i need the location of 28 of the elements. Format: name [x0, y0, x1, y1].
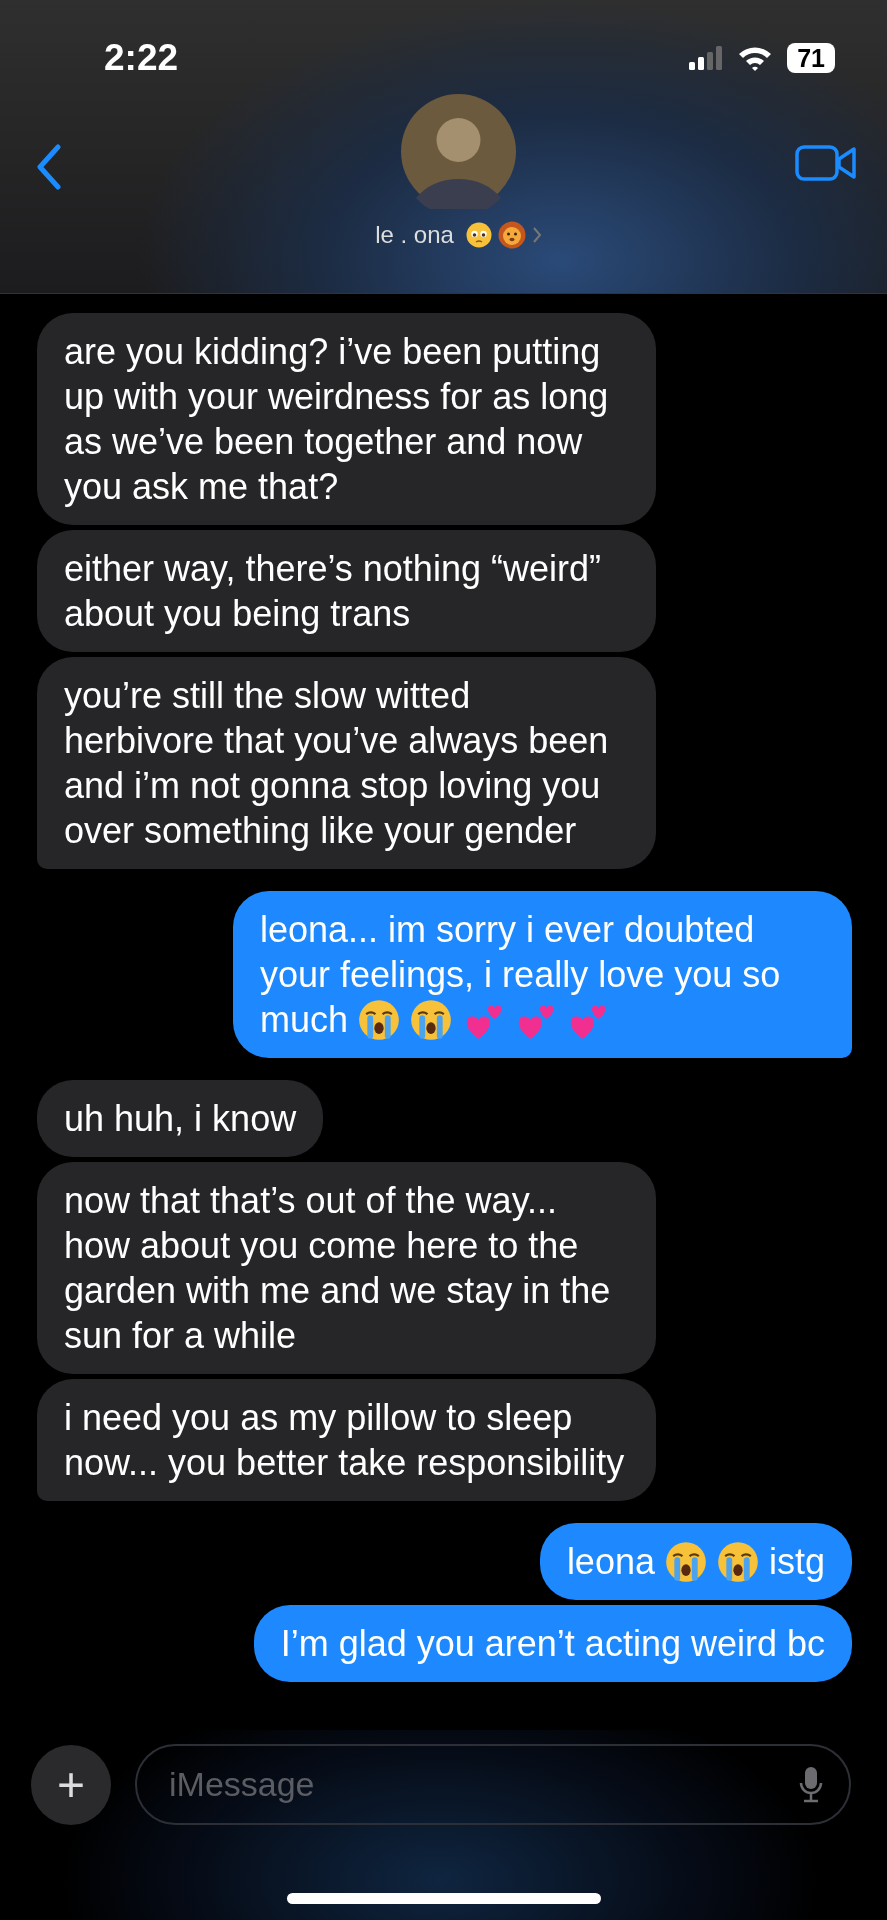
- microphone-icon[interactable]: [799, 1765, 823, 1804]
- message-text: either way, there’s nothing “weird” about you being trans: [64, 547, 602, 636]
- crying-face-icon: [716, 1540, 759, 1583]
- avatar-icon[interactable]: [401, 94, 516, 209]
- wifi-icon: [737, 45, 774, 71]
- message-input-field[interactable]: iMessage: [167, 1764, 799, 1805]
- message-text: much: [260, 998, 349, 1042]
- battery-indicator: 71: [787, 43, 835, 73]
- status-time: 2:22: [104, 37, 179, 79]
- chevron-icon: [531, 226, 542, 244]
- message-field[interactable]: iMessage: [135, 1744, 851, 1825]
- message-text: istg: [768, 1540, 825, 1584]
- message-text: i need you as my pillow to sleep now... you better take responsibility: [64, 1396, 626, 1485]
- crying-face-icon: [664, 1540, 707, 1583]
- back-button[interactable]: [36, 144, 62, 193]
- message-text: I’m glad you aren’t acting weird bc: [280, 1622, 825, 1666]
- message-text: now that that’s out of the way... how about you come here to the garden with me and we stay in the sun for a while: [64, 1179, 612, 1358]
- message-text: leona: [566, 1540, 655, 1584]
- message-text: you’re still the slow witted herbivore that you’ve always been and i’m not gonna stop loving you over something like your gender: [64, 674, 610, 853]
- pleading-face-icon: [465, 222, 492, 248]
- message-text: are you kidding? i’ve been putting up with your weirdness for as long as we’ve been together and now you ask me that?: [64, 330, 610, 509]
- message-text: uh huh, i know: [64, 1097, 297, 1141]
- lion-face-icon: [497, 221, 526, 249]
- add-button[interactable]: +: [31, 1744, 111, 1825]
- contact-name[interactable]: le . ona: [375, 221, 454, 249]
- crying-face-icon: [410, 998, 453, 1041]
- signal-icon: [689, 46, 724, 70]
- crying-face-icon: [358, 998, 401, 1041]
